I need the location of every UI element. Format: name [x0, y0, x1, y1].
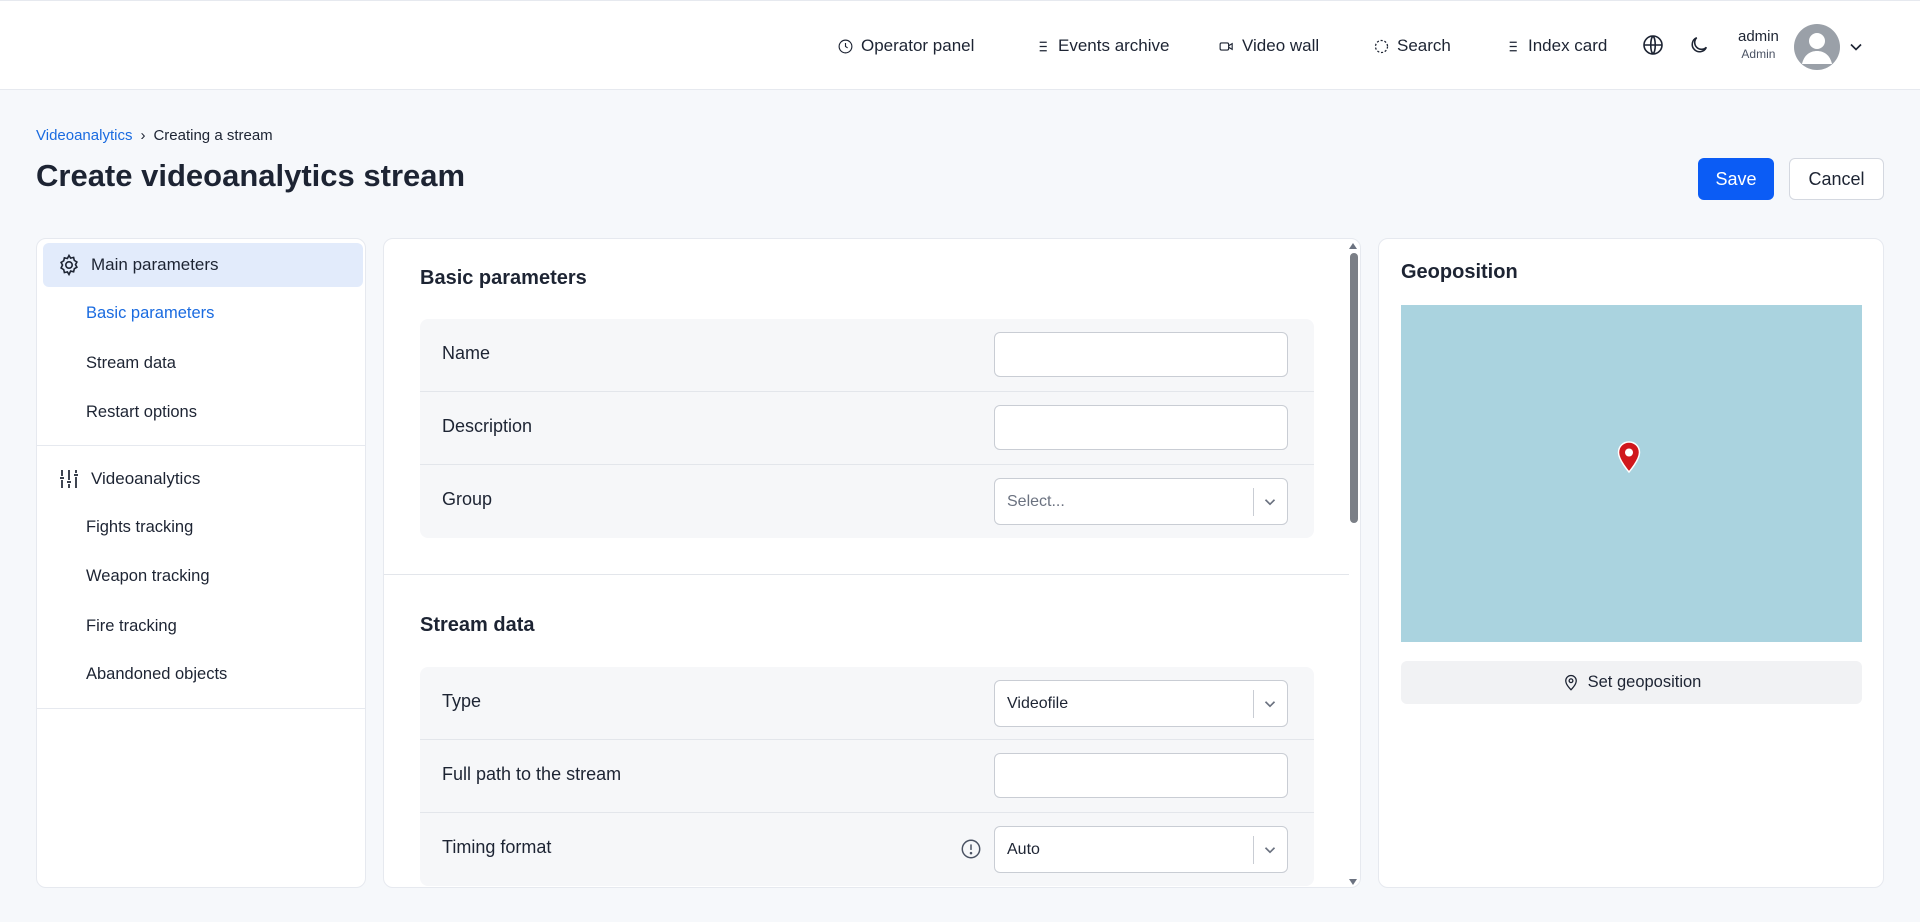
breadcrumb-current: Creating a stream	[153, 127, 273, 144]
sidebar-group-videoanalytics[interactable]: Videoanalytics	[43, 457, 363, 501]
page-title: Create videoanalytics stream	[36, 158, 466, 193]
stream-data-fields: Type Videofile Full path to the stream T…	[420, 667, 1314, 886]
sidebar-item-fire-tracking[interactable]: Fire tracking	[86, 617, 177, 636]
select-separator	[1253, 690, 1254, 718]
sidebar-item-weapon-tracking[interactable]: Weapon tracking	[86, 567, 210, 586]
nav-events-archive-label: Events archive	[1058, 36, 1170, 55]
form-row-timing-format: Timing format Auto	[420, 813, 1314, 886]
scrollbar[interactable]	[1346, 239, 1360, 887]
list-icon	[1039, 41, 1047, 51]
type-select[interactable]: Videofile	[994, 680, 1288, 727]
map-pin-icon[interactable]	[1617, 441, 1641, 473]
dashed-circle-icon	[1374, 39, 1389, 53]
theme-toggle-button[interactable]	[1686, 32, 1712, 58]
location-pin-icon	[1564, 674, 1577, 691]
timing-format-value: Auto	[1007, 841, 1040, 858]
language-button[interactable]	[1640, 32, 1666, 58]
breadcrumb: Videoanalytics › Creating a stream	[36, 127, 273, 144]
chevron-down-icon[interactable]	[1846, 37, 1866, 57]
sidebar-item-restart-options[interactable]: Restart options	[86, 403, 197, 422]
avatar[interactable]	[1794, 24, 1840, 70]
form-row-group: Group Select...	[420, 465, 1314, 538]
select-separator	[1253, 836, 1254, 864]
section-title-stream-data: Stream data	[420, 614, 535, 636]
clock-icon	[838, 39, 853, 53]
timing-format-select[interactable]: Auto	[994, 826, 1288, 873]
name-label: Name	[442, 343, 491, 363]
sidebar-divider	[37, 708, 365, 709]
form-row-name: Name	[420, 319, 1314, 392]
user-info[interactable]: admin Admin	[1738, 28, 1779, 62]
nav-events-archive[interactable]: Events archive	[1034, 1, 1170, 91]
description-label: Description	[442, 416, 533, 436]
cancel-button[interactable]: Cancel	[1789, 158, 1884, 200]
full-path-label: Full path to the stream	[442, 764, 622, 784]
sliders-icon	[60, 470, 78, 488]
nav-video-wall-label: Video wall	[1242, 36, 1320, 55]
sidebar-group-label: Videoanalytics	[91, 469, 201, 488]
gear-icon	[60, 253, 78, 277]
sidebar-divider	[37, 445, 365, 446]
group-select[interactable]: Select...	[994, 478, 1288, 525]
chevron-down-icon	[1264, 847, 1276, 854]
sidebar-item-fights-tracking[interactable]: Fights tracking	[86, 518, 193, 537]
breadcrumb-link-videoanalytics[interactable]: Videoanalytics	[36, 127, 132, 144]
nav-operator-panel[interactable]: Operator panel	[837, 1, 974, 91]
nav-search-label: Search	[1397, 36, 1451, 55]
form-content-panel: Basic parameters Name Description Group …	[383, 238, 1361, 888]
nav-operator-panel-label: Operator panel	[861, 36, 975, 55]
geoposition-panel: Geoposition Set geoposition	[1378, 238, 1884, 888]
description-input[interactable]	[994, 405, 1288, 450]
user-role: Admin	[1741, 47, 1776, 61]
globe-icon	[1643, 35, 1663, 55]
scroll-down-arrow-icon[interactable]	[1349, 879, 1357, 885]
scroll-up-arrow-icon[interactable]	[1349, 243, 1357, 249]
settings-sidebar: Main parameters Basic parameters Stream …	[36, 238, 366, 888]
chevron-down-icon	[1264, 701, 1276, 708]
moon-icon	[1691, 36, 1708, 53]
form-row-full-path: Full path to the stream	[420, 740, 1314, 813]
form-row-type: Type Videofile	[420, 667, 1314, 740]
select-separator	[1253, 488, 1254, 516]
section-divider	[384, 574, 1349, 575]
nav-index-card-label: Index card	[1528, 36, 1608, 55]
user-name: admin	[1738, 28, 1779, 45]
full-path-input[interactable]	[994, 753, 1288, 798]
list-icon	[1509, 41, 1517, 51]
basic-parameters-fields: Name Description Group Select...	[420, 319, 1314, 538]
user-silhouette-icon	[1802, 33, 1832, 64]
save-button[interactable]: Save	[1698, 158, 1774, 200]
group-label: Group	[442, 489, 493, 509]
breadcrumb-separator: ›	[140, 127, 146, 144]
form-row-description: Description	[420, 392, 1314, 465]
section-title-basic-parameters: Basic parameters	[420, 267, 587, 289]
scrollbar-thumb[interactable]	[1350, 253, 1358, 523]
type-label: Type	[442, 691, 482, 711]
video-camera-icon	[1219, 41, 1233, 51]
sidebar-item-stream-data[interactable]: Stream data	[86, 354, 176, 373]
geoposition-title: Geoposition	[1401, 261, 1518, 283]
set-geoposition-button[interactable]: Set geoposition	[1401, 661, 1862, 704]
chevron-down-icon	[1264, 499, 1276, 506]
sidebar-item-basic-parameters[interactable]: Basic parameters	[86, 304, 214, 323]
type-select-value: Videofile	[1007, 695, 1069, 712]
top-navigation-bar: Operator panel Events archive Video wall…	[0, 0, 1920, 90]
nav-index-card[interactable]: Index card	[1504, 1, 1607, 91]
group-select-placeholder: Select...	[1007, 493, 1065, 510]
info-icon[interactable]	[960, 838, 982, 860]
sidebar-group-main-parameters[interactable]: Main parameters	[43, 243, 363, 287]
map-view[interactable]	[1401, 305, 1862, 642]
sidebar-item-abandoned-objects[interactable]: Abandoned objects	[86, 665, 227, 684]
timing-format-label: Timing format	[442, 837, 552, 857]
set-geoposition-label: Set geoposition	[1587, 673, 1702, 691]
name-input[interactable]	[994, 332, 1288, 377]
nav-search[interactable]: Search	[1373, 1, 1451, 91]
nav-video-wall[interactable]: Video wall	[1218, 1, 1319, 91]
sidebar-group-label: Main parameters	[91, 255, 219, 274]
